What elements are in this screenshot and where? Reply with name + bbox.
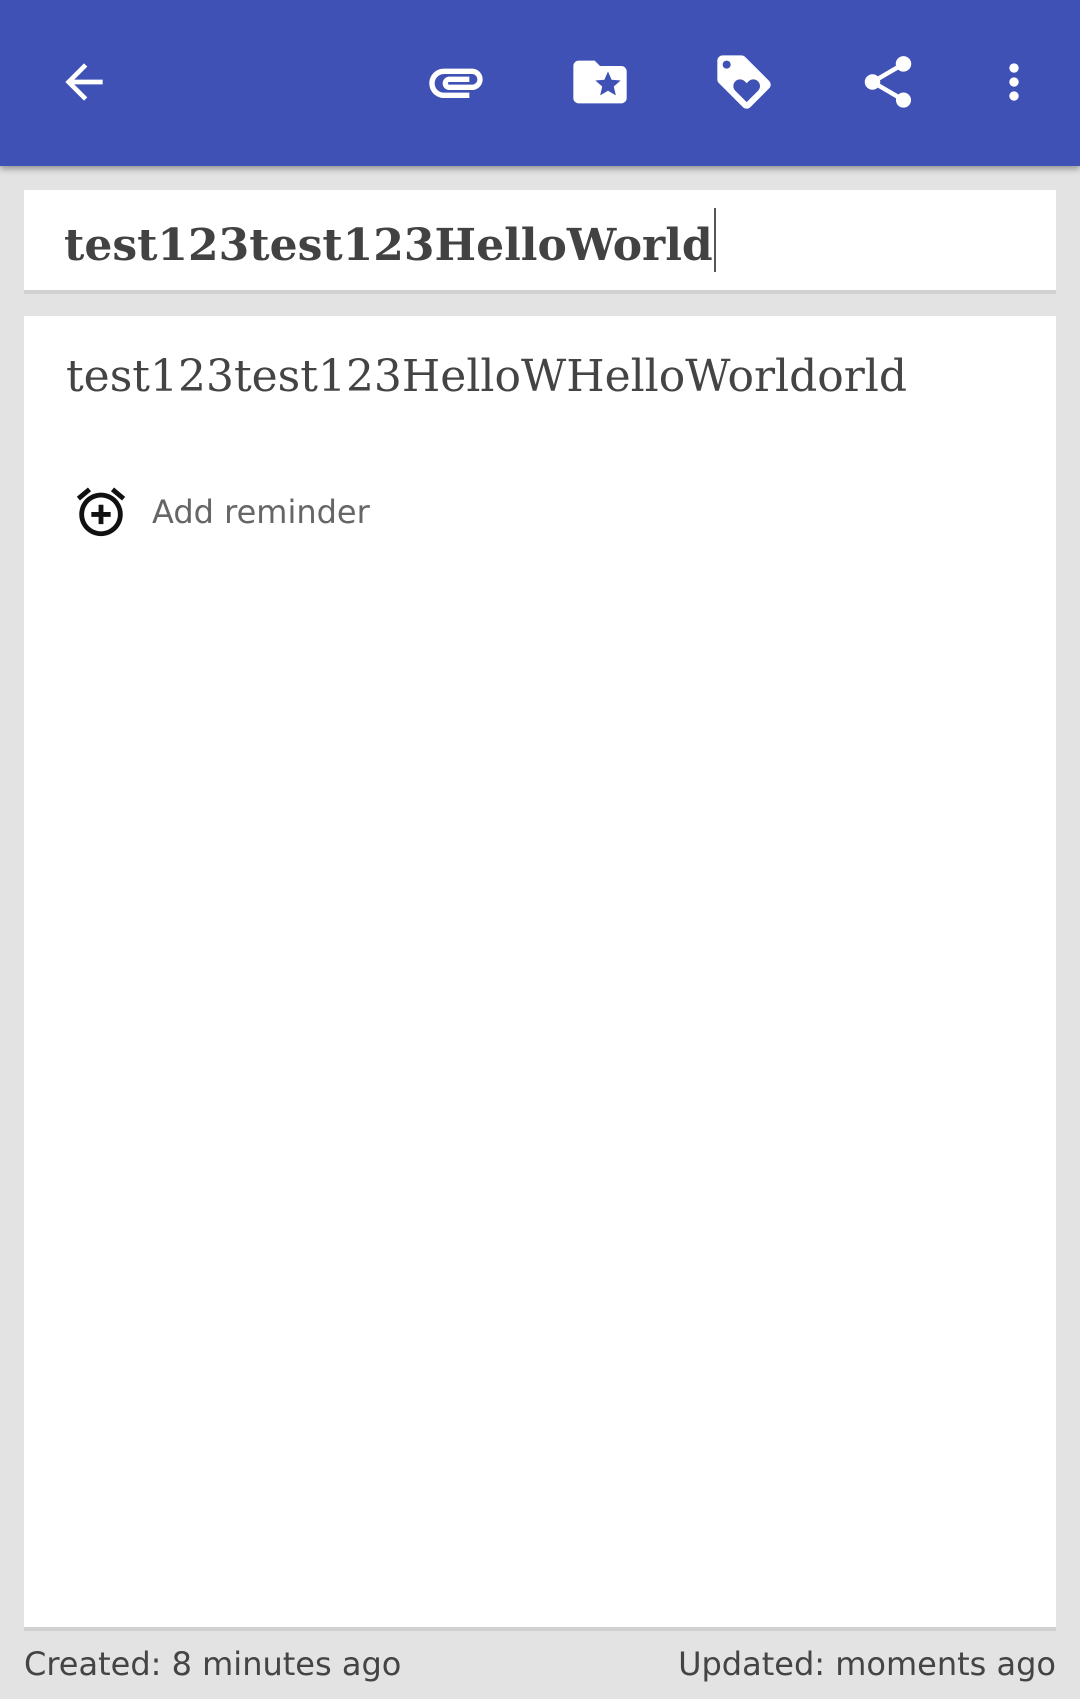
more-options-button[interactable]	[972, 40, 1056, 124]
tag-button[interactable]	[702, 40, 786, 124]
more-vert-icon	[1009, 63, 1019, 101]
title-card: test123test123HelloWorld	[24, 190, 1056, 294]
content-card: test123test123HelloWHelloWorldorld Add r…	[24, 316, 1056, 1631]
add-reminder-button[interactable]: Add reminder	[72, 480, 370, 544]
text-cursor	[713, 208, 716, 272]
toolbar	[0, 0, 1080, 166]
attachment-icon	[429, 68, 483, 98]
tag-icon	[717, 55, 771, 109]
created-timestamp: Created: 8 minutes ago	[24, 1645, 402, 1683]
note-title-text: test123test123HelloWorld	[64, 220, 713, 271]
add-reminder-label: Add reminder	[152, 493, 370, 531]
back-arrow-icon	[65, 63, 103, 101]
category-folder-icon	[573, 60, 627, 104]
share-button[interactable]	[846, 40, 930, 124]
note-title-input[interactable]: test123test123HelloWorld	[64, 208, 1024, 274]
share-icon	[864, 56, 912, 108]
back-button[interactable]	[42, 40, 126, 124]
alarm-add-icon	[76, 487, 126, 537]
attach-button[interactable]	[414, 40, 498, 124]
note-content-input[interactable]: test123test123HelloWHelloWorldorld	[66, 344, 1026, 410]
category-button[interactable]	[558, 40, 642, 124]
updated-timestamp: Updated: moments ago	[678, 1645, 1056, 1683]
